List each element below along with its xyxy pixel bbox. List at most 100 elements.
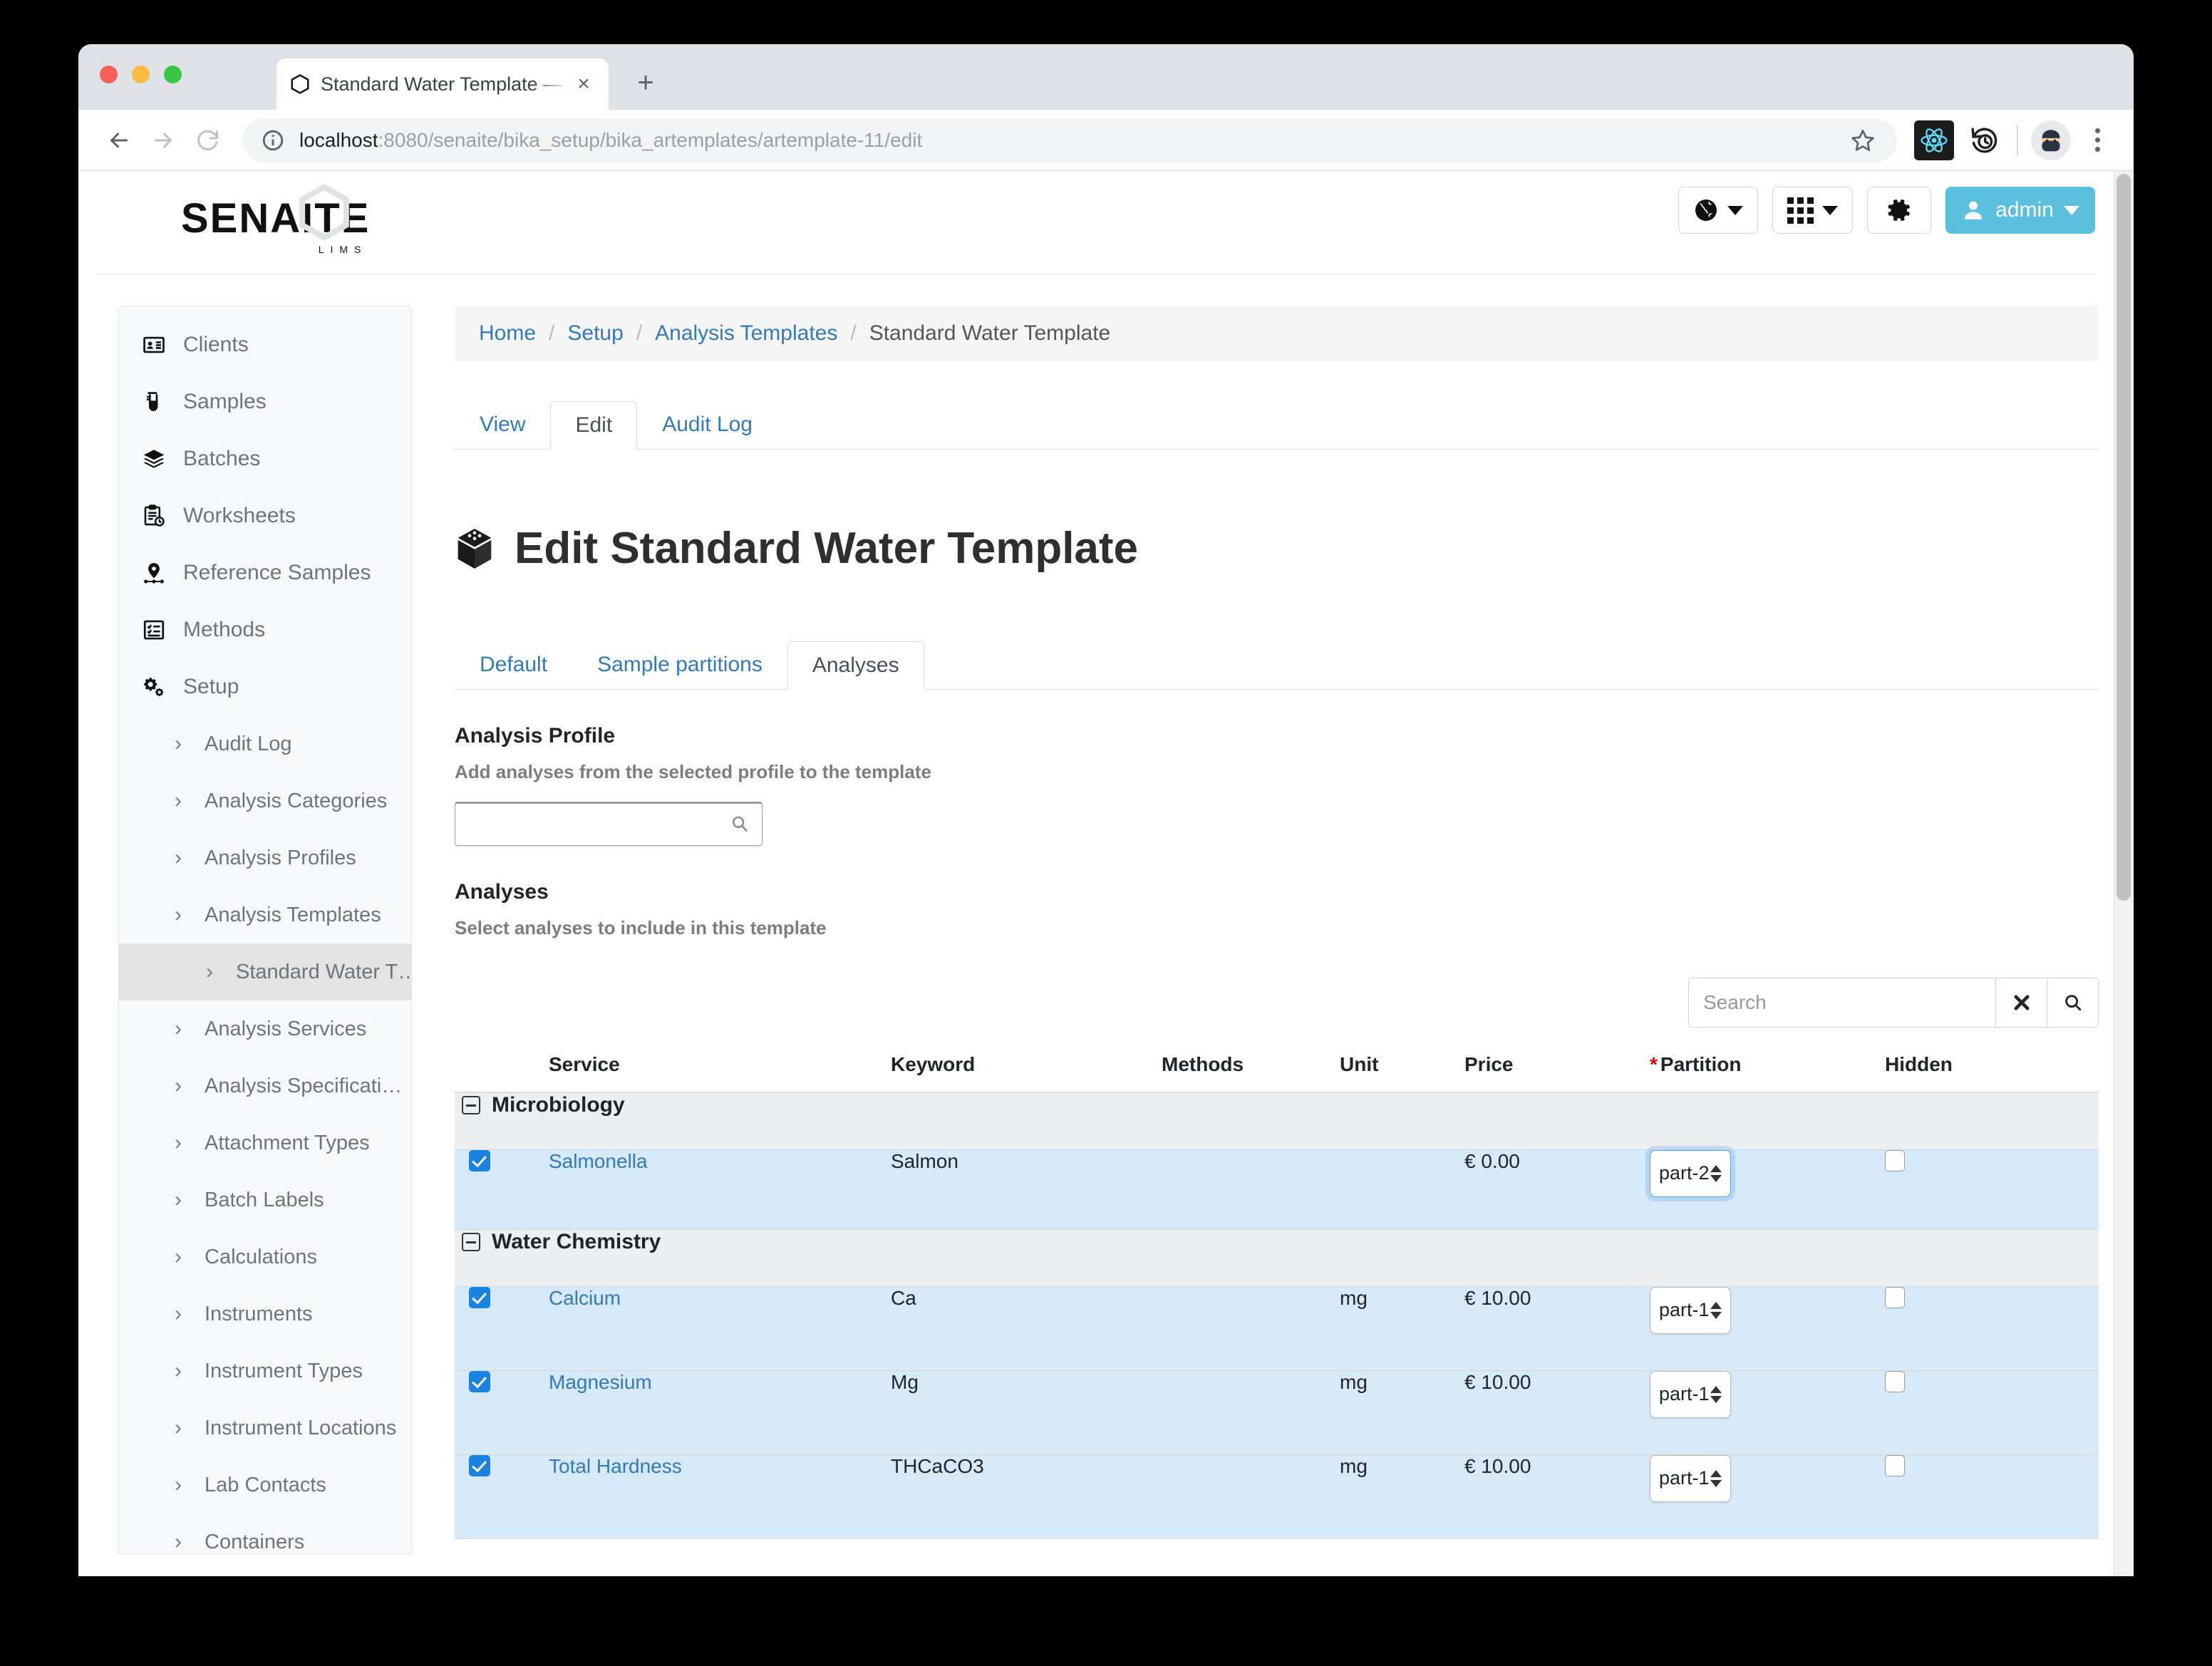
search-input[interactable] (1689, 978, 1995, 1028)
service-link[interactable]: Calcium (549, 1287, 621, 1309)
breadcrumb-item-setup[interactable]: Setup (567, 321, 623, 346)
sidebar-item-setup[interactable]: Setup (119, 658, 411, 715)
sidebar-item-clients[interactable]: Clients (119, 316, 411, 373)
chevron-right-icon: › (175, 1188, 182, 1211)
sidebar-item-batches[interactable]: Batches (119, 430, 411, 487)
sidebar-item-attachment-types[interactable]: › Attachment Types (119, 1114, 411, 1171)
tab-view[interactable]: View (455, 400, 550, 449)
address-bar[interactable]: localhost:8080/senaite/bika_setup/bika_a… (242, 118, 1897, 162)
sidebar-item-lab-contacts[interactable]: › Lab Contacts (119, 1457, 411, 1514)
settings-button[interactable] (1867, 187, 1931, 234)
page-scrollbar-thumb[interactable] (2117, 174, 2131, 901)
sidebar-item-batch-labels[interactable]: › Batch Labels (119, 1171, 411, 1228)
partition-select[interactable]: part-2 (1650, 1149, 1731, 1197)
breadcrumb-item-home[interactable]: Home (479, 321, 536, 346)
cell-unit: mg (1340, 1454, 1464, 1539)
react-devtools-extension-icon[interactable] (1914, 120, 1954, 160)
tab-audit-log[interactable]: Audit Log (637, 400, 777, 449)
close-icon (2014, 995, 2029, 1010)
history-clock-extension-icon[interactable] (1964, 120, 2004, 160)
page-scrollbar-track[interactable] (2114, 171, 2134, 1576)
site-info-icon[interactable] (261, 128, 286, 152)
hidden-checkbox[interactable] (1885, 1286, 1905, 1308)
minimize-window-button[interactable] (132, 66, 150, 83)
profile-avatar[interactable] (2031, 120, 2071, 160)
reload-button[interactable] (185, 118, 229, 162)
hidden-checkbox[interactable] (1885, 1149, 1905, 1171)
column-header-service[interactable]: Service (549, 1042, 891, 1094)
sidebar-item-analysis-specifications[interactable]: › Analysis Specificati… (119, 1057, 411, 1114)
column-header-price[interactable]: Price (1464, 1042, 1650, 1094)
browser-tab[interactable]: Standard Water Template — SEN × (276, 58, 609, 110)
page-content: SENAITE LIMS admin Clients Samples Batch… (78, 171, 2114, 1576)
analysis-profile-input[interactable] (455, 804, 762, 846)
column-header-partition[interactable]: * Partition (1650, 1042, 1885, 1094)
sidebar-item-analysis-services[interactable]: › Analysis Services (119, 1000, 411, 1057)
sidebar-item-instrument-locations[interactable]: › Instrument Locations (119, 1399, 411, 1457)
table-row[interactable]: Calcium Ca mg € 10.00 part-1 (455, 1286, 2099, 1371)
partition-select[interactable]: part-1 (1650, 1286, 1731, 1334)
language-selector-button[interactable] (1678, 187, 1758, 234)
table-row[interactable]: Salmonella Salmon € 0.00 part-2 (455, 1149, 2099, 1230)
collapse-category-icon[interactable] (462, 1096, 480, 1115)
sidebar-item-samples[interactable]: Samples (119, 373, 411, 430)
table-record-count: 4 / 4 (455, 1573, 2099, 1576)
clear-search-button[interactable] (1995, 978, 2047, 1028)
browser-tab-title: Standard Water Template — SEN (321, 73, 572, 95)
forward-button[interactable] (141, 118, 185, 162)
category-row-microbiology[interactable]: Microbiology (455, 1092, 2099, 1150)
maximize-window-button[interactable] (164, 66, 182, 83)
row-select-checkbox[interactable] (469, 1286, 490, 1308)
sidebar-item-analysis-profiles[interactable]: › Analysis Profiles (119, 829, 411, 886)
partition-value: part-2 (1659, 1162, 1710, 1184)
apps-grid-button[interactable] (1772, 187, 1853, 234)
sidebar-item-instruments[interactable]: › Instruments (119, 1285, 411, 1342)
close-window-button[interactable] (100, 66, 118, 83)
tab-sample-partitions[interactable]: Sample partitions (572, 641, 787, 689)
service-link[interactable]: Total Hardness (549, 1455, 682, 1477)
hidden-checkbox[interactable] (1885, 1454, 1905, 1476)
analysis-profile-field[interactable] (455, 802, 763, 847)
tab-default[interactable]: Default (455, 641, 572, 689)
table-row[interactable]: Total Hardness THCaCO3 mg € 10.00 part-1 (455, 1454, 2099, 1539)
sidebar-item-analysis-categories[interactable]: › Analysis Categories (119, 772, 411, 829)
sidebar-item-standard-water-template[interactable]: › Standard Water T… (119, 943, 411, 1000)
row-select-checkbox[interactable] (469, 1149, 490, 1171)
submit-search-button[interactable] (2047, 978, 2098, 1028)
column-header-keyword[interactable]: Keyword (891, 1042, 1162, 1094)
sidebar-item-containers[interactable]: › Containers (119, 1514, 411, 1553)
browser-menu-button[interactable] (2079, 128, 2115, 152)
category-row-water-chemistry[interactable]: Water Chemistry (455, 1229, 2099, 1287)
column-header-methods[interactable]: Methods (1162, 1042, 1340, 1094)
cell-methods (1162, 1454, 1340, 1539)
hidden-checkbox[interactable] (1885, 1370, 1905, 1392)
sidebar-item-worksheets[interactable]: Worksheets (119, 487, 411, 544)
collapse-category-icon[interactable] (462, 1232, 480, 1251)
breadcrumb-item-analysis-templates[interactable]: Analysis Templates (655, 321, 837, 346)
row-select-checkbox[interactable] (469, 1454, 490, 1476)
sidebar-item-audit-log[interactable]: › Audit Log (119, 715, 411, 772)
search-icon[interactable] (729, 814, 750, 839)
column-header-hidden[interactable]: Hidden (1885, 1042, 2099, 1094)
sidebar-item-instrument-types[interactable]: › Instrument Types (119, 1342, 411, 1399)
new-tab-button[interactable]: + (629, 66, 663, 100)
service-link[interactable]: Magnesium (549, 1371, 652, 1393)
sidebar-item-methods[interactable]: Methods (119, 601, 411, 658)
close-tab-icon[interactable]: × (572, 72, 596, 96)
service-link[interactable]: Salmonella (549, 1150, 648, 1172)
tab-analyses[interactable]: Analyses (787, 641, 924, 690)
partition-select[interactable]: part-1 (1650, 1370, 1731, 1418)
partition-select[interactable]: part-1 (1650, 1454, 1731, 1502)
sidebar-item-analysis-templates[interactable]: › Analysis Templates (119, 886, 411, 943)
column-header-unit[interactable]: Unit (1340, 1042, 1464, 1094)
table-row[interactable]: Magnesium Mg mg € 10.00 part-1 (455, 1370, 2099, 1455)
sidebar-item-reference-samples[interactable]: Reference Samples (119, 544, 411, 601)
chevron-down-icon (1822, 205, 1838, 215)
content-tabs: View Edit Audit Log (455, 391, 2099, 450)
tab-edit[interactable]: Edit (550, 401, 638, 450)
user-menu-button[interactable]: admin (1945, 187, 2095, 234)
bookmark-star-icon[interactable] (1847, 128, 1878, 153)
sidebar-item-calculations[interactable]: › Calculations (119, 1228, 411, 1285)
row-select-checkbox[interactable] (469, 1370, 490, 1392)
back-button[interactable] (97, 118, 141, 162)
